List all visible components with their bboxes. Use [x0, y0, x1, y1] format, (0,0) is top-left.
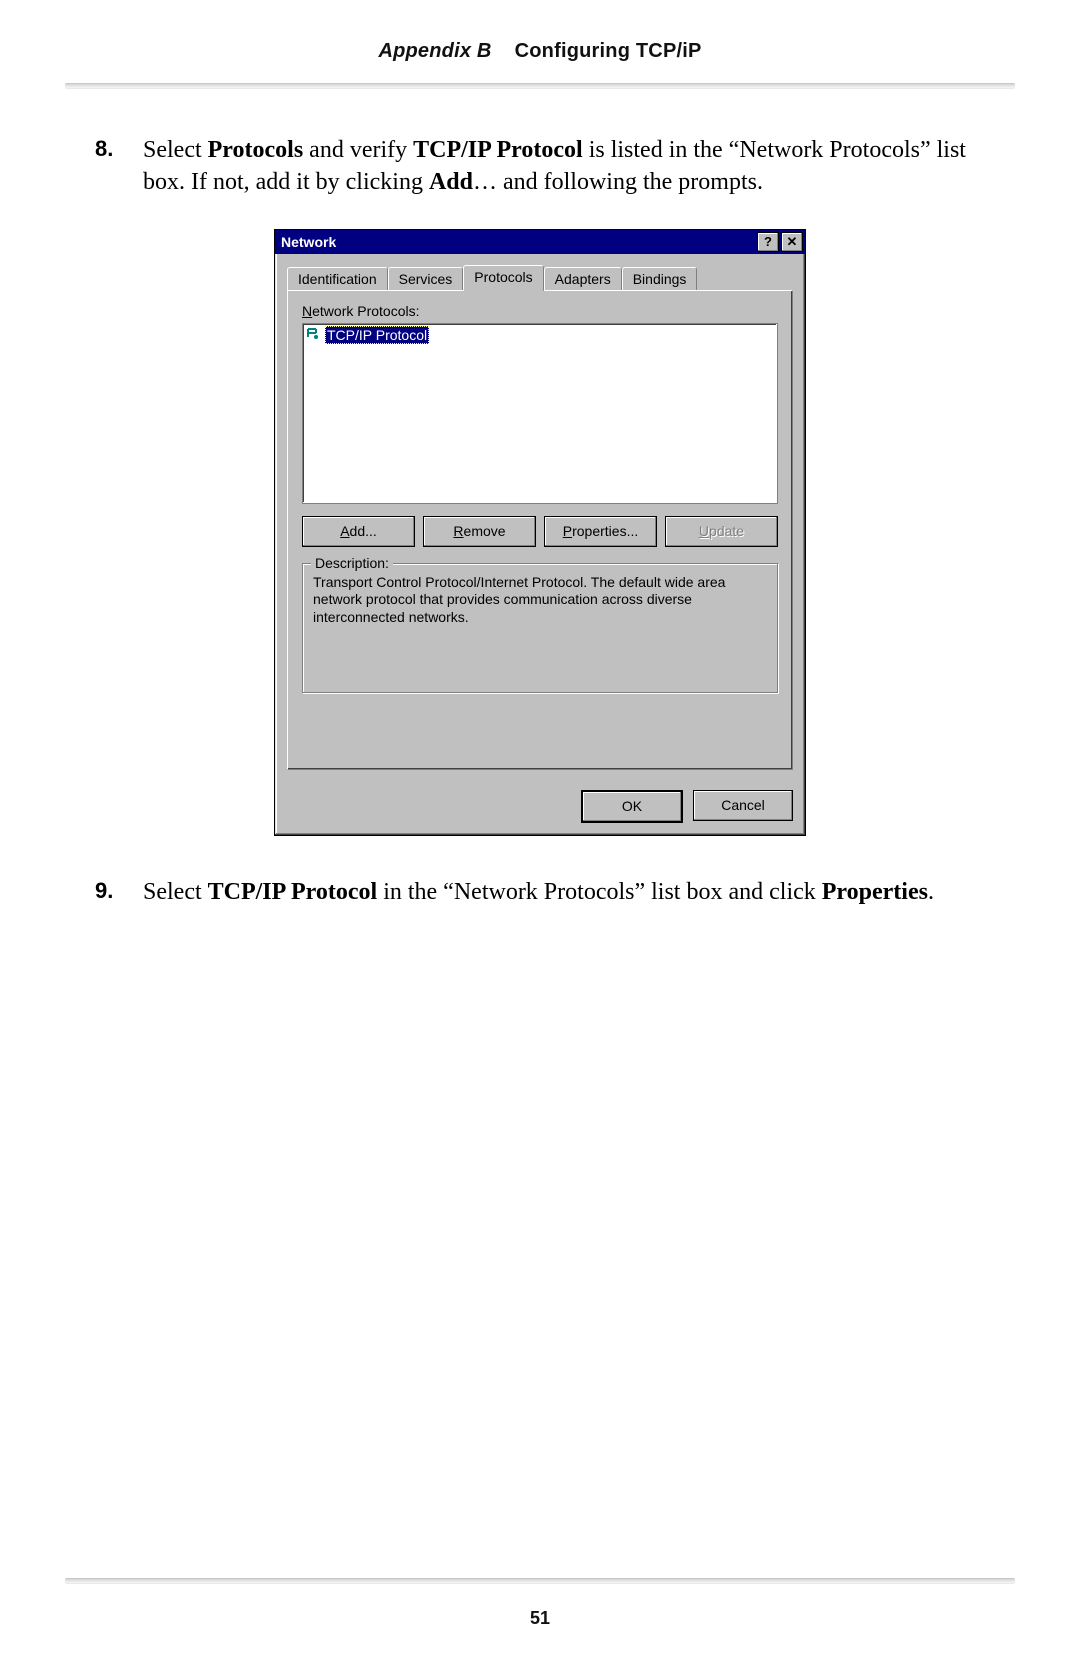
- dialog-body: Identification Services Protocols Adapte…: [275, 254, 805, 782]
- tab-bindings[interactable]: Bindings: [622, 267, 698, 290]
- protocol-button-row: Add... Remove Properties... Update: [302, 516, 778, 547]
- header-rule: [65, 83, 1015, 89]
- footer-rule: [65, 1578, 1015, 1584]
- properties-button[interactable]: Properties...: [544, 516, 657, 547]
- document-page: Appendix B Configuring TCP/iP 8. Select …: [0, 0, 1080, 1669]
- tab-adapters[interactable]: Adapters: [544, 267, 622, 290]
- content-area: 8. Select Protocols and verify TCP/IP Pr…: [95, 134, 985, 908]
- description-groupbox: Description: Transport Control Protocol/…: [302, 563, 778, 693]
- protocol-icon: [305, 327, 321, 343]
- help-button[interactable]: ?: [757, 232, 779, 252]
- header-title: Configuring TCP/iP: [515, 40, 702, 62]
- description-text: Transport Control Protocol/Internet Prot…: [313, 574, 767, 627]
- step-9: 9. Select TCP/IP Protocol in the “Networ…: [95, 876, 985, 908]
- step-8: 8. Select Protocols and verify TCP/IP Pr…: [95, 134, 985, 199]
- tab-strip: Identification Services Protocols Adapte…: [287, 264, 793, 290]
- window-title: Network: [281, 234, 755, 250]
- description-legend: Description:: [311, 555, 393, 571]
- network-dialog: Network ? ✕ Identification Services Prot…: [274, 229, 806, 836]
- network-protocols-label: Network Protocols:: [302, 303, 778, 319]
- close-icon: ✕: [787, 234, 798, 250]
- remove-button[interactable]: Remove: [423, 516, 536, 547]
- network-protocols-listbox[interactable]: TCP/IP Protocol: [302, 323, 778, 504]
- ok-button[interactable]: OK: [581, 790, 683, 823]
- running-header: Appendix B Configuring TCP/iP: [95, 40, 985, 63]
- step-body: Select Protocols and verify TCP/IP Proto…: [143, 134, 985, 199]
- list-item[interactable]: TCP/IP Protocol: [305, 326, 775, 344]
- list-item-label: TCP/IP Protocol: [325, 326, 429, 344]
- page-number: 51: [0, 1608, 1080, 1629]
- figure-network-dialog: Network ? ✕ Identification Services Prot…: [95, 229, 985, 836]
- step-body: Select TCP/IP Protocol in the “Network P…: [143, 876, 985, 908]
- titlebar[interactable]: Network ? ✕: [275, 230, 805, 254]
- appendix-label: Appendix B: [378, 40, 491, 62]
- tab-panel-protocols: Network Protocols:: [287, 290, 793, 770]
- tab-identification[interactable]: Identification: [287, 267, 388, 290]
- step-number: 8.: [95, 134, 143, 199]
- dialog-footer: OK Cancel: [275, 782, 805, 835]
- cancel-button[interactable]: Cancel: [693, 790, 793, 821]
- tab-protocols[interactable]: Protocols: [463, 265, 543, 291]
- close-button[interactable]: ✕: [781, 232, 803, 252]
- update-button: Update: [665, 516, 778, 547]
- tab-services[interactable]: Services: [388, 267, 464, 290]
- step-number: 9.: [95, 876, 143, 908]
- help-icon: ?: [764, 234, 772, 249]
- add-button[interactable]: Add...: [302, 516, 415, 547]
